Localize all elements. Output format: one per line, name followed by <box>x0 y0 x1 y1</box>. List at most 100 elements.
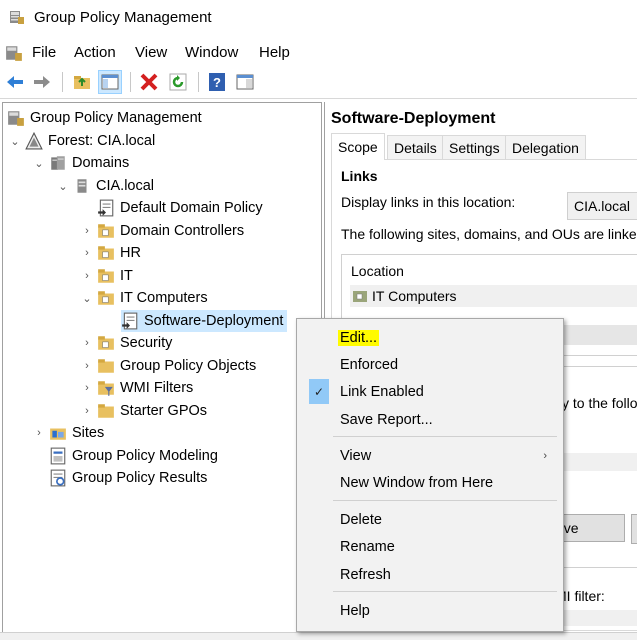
context-item-rename[interactable]: Rename <box>299 534 561 559</box>
help-button[interactable]: ? <box>205 70 229 94</box>
tree-node-software-deployment[interactable]: Software-Deployment <box>121 310 288 332</box>
context-item-label: New Window from Here <box>340 474 494 491</box>
forward-arrow-icon <box>34 76 50 88</box>
refresh-button[interactable] <box>166 70 190 94</box>
tree-node-starter-gpos[interactable]: › Starter GPOs <box>81 400 207 422</box>
tree-node-security[interactable]: › Security <box>81 332 172 354</box>
gpo-link-title: Software-Deployment <box>331 110 496 127</box>
context-item-enforced[interactable]: Enforced <box>299 352 561 377</box>
results-icon <box>50 469 66 487</box>
tree-node-group-policy-results[interactable]: Group Policy Results <box>49 467 207 489</box>
menu-file[interactable]: File <box>32 44 56 61</box>
context-item-delete[interactable]: Delete <box>299 507 561 532</box>
tree-node-wmi-filters[interactable]: › WMI Filters <box>81 377 193 399</box>
expand-chevron-icon[interactable]: › <box>81 337 93 349</box>
location-dropdown-value: CIA.local <box>574 198 631 214</box>
menu-view[interactable]: View <box>135 44 167 61</box>
modeling-icon <box>50 447 66 465</box>
expand-chevron-icon[interactable]: › <box>81 270 93 282</box>
menu-action[interactable]: Action <box>74 44 116 61</box>
delete-button[interactable] <box>137 70 161 94</box>
ou-folder-icon <box>98 246 114 260</box>
toolbar: ? <box>0 66 637 99</box>
tree-label: IT <box>120 268 133 284</box>
tree-label: HR <box>120 245 141 261</box>
menu-help[interactable]: Help <box>259 44 290 61</box>
folder-icon <box>98 404 114 418</box>
context-menu: Edit... Enforced ✓ Link Enabled Save Rep… <box>296 318 564 632</box>
show-action-pane-button[interactable] <box>233 70 257 94</box>
context-item-link-enabled[interactable]: ✓ Link Enabled <box>299 379 561 404</box>
tree-node-group-policy-modeling[interactable]: Group Policy Modeling <box>49 445 218 467</box>
back-arrow-icon <box>7 76 23 88</box>
collapse-chevron-icon[interactable]: ⌄ <box>57 180 69 193</box>
ou-folder-icon <box>98 269 114 283</box>
expand-chevron-icon[interactable]: › <box>81 405 93 417</box>
domains-icon <box>51 156 65 170</box>
location-dropdown[interactable]: CIA.local <box>567 192 637 220</box>
collapse-chevron-icon[interactable]: ⌄ <box>33 157 45 170</box>
tree-node-forest[interactable]: ⌄ Forest: CIA.local <box>9 130 155 152</box>
tree-label: Default Domain Policy <box>120 200 263 216</box>
domain-icon <box>77 179 87 193</box>
context-item-refresh[interactable]: Refresh <box>299 562 561 587</box>
collapse-chevron-icon[interactable]: ⌄ <box>81 292 93 305</box>
tree-label: Domain Controllers <box>120 223 245 239</box>
expand-chevron-icon[interactable]: › <box>81 225 93 237</box>
tree-node-it[interactable]: › IT <box>81 265 133 287</box>
tree-node-it-computers[interactable]: ⌄ IT Computers <box>81 287 207 309</box>
tree-node-hr[interactable]: › HR <box>81 242 141 264</box>
tree-node-domains[interactable]: ⌄ Domains <box>33 152 129 174</box>
context-item-help[interactable]: Help <box>299 598 561 623</box>
context-item-new-window[interactable]: New Window from Here <box>299 470 561 495</box>
tree-label: Sites <box>72 425 105 441</box>
security-list-row[interactable] <box>562 453 637 471</box>
tree-node-domain-cia-local[interactable]: ⌄ CIA.local <box>57 175 154 197</box>
svg-text:?: ? <box>213 75 221 90</box>
context-item-edit[interactable]: Edit... <box>299 325 561 350</box>
tree-label: Group Policy Management <box>30 110 202 126</box>
context-item-label: Edit... <box>338 329 380 346</box>
up-one-level-button[interactable] <box>70 70 94 94</box>
wmi-filter-dropdown[interactable] <box>555 610 637 626</box>
expand-chevron-icon[interactable]: › <box>81 247 93 259</box>
tab-settings[interactable]: Settings <box>442 135 507 160</box>
context-item-view[interactable]: View › <box>299 443 561 468</box>
tree-label: WMI Filters <box>120 380 194 396</box>
properties-button[interactable] <box>631 514 637 544</box>
menu-separator <box>333 500 557 501</box>
up-folder-icon <box>74 76 90 89</box>
expand-chevron-icon[interactable]: › <box>33 427 45 439</box>
gpm-system-menu-icon[interactable] <box>5 44 23 62</box>
tree-node-group-policy-objects[interactable]: › Group Policy Objects <box>81 355 256 377</box>
checkmark-icon: ✓ <box>309 379 329 404</box>
show-action-pane-icon <box>236 74 254 90</box>
menu-separator <box>333 436 557 437</box>
expand-chevron-icon[interactable]: › <box>81 382 93 394</box>
gpm-app-icon <box>10 11 24 24</box>
tab-scope[interactable]: Scope <box>331 133 385 160</box>
expand-chevron-icon[interactable]: › <box>81 360 93 372</box>
submenu-arrow-icon: › <box>543 449 547 462</box>
gpo-link-icon <box>98 199 114 217</box>
collapse-chevron-icon[interactable]: ⌄ <box>9 135 21 148</box>
tree-node-domain-controllers[interactable]: › Domain Controllers <box>81 220 244 242</box>
menu-window[interactable]: Window <box>185 44 238 61</box>
forward-button[interactable] <box>30 70 54 94</box>
context-item-save-report[interactable]: Save Report... <box>299 407 561 432</box>
tree-node-default-domain-policy[interactable]: Default Domain Policy <box>97 197 263 219</box>
show-hide-console-tree-button[interactable] <box>98 70 122 94</box>
tree-node-root[interactable]: Group Policy Management <box>7 107 202 129</box>
tree-node-sites[interactable]: › Sites <box>33 422 104 444</box>
list-item[interactable]: IT Computers <box>350 285 637 307</box>
gpm-root-icon <box>8 111 24 126</box>
location-column-header[interactable]: Location <box>351 263 404 279</box>
window-title: Group Policy Management <box>34 9 212 26</box>
back-button[interactable] <box>3 70 27 94</box>
security-filter-label-fragment: y to the follo <box>562 395 637 411</box>
tab-delegation[interactable]: Delegation <box>505 135 586 160</box>
links-header: Links <box>341 168 378 184</box>
console-tree: Group Policy Management ⌄ Forest: CIA.lo… <box>2 102 322 634</box>
tree-label: Security <box>120 335 173 351</box>
tab-details[interactable]: Details <box>387 135 444 160</box>
